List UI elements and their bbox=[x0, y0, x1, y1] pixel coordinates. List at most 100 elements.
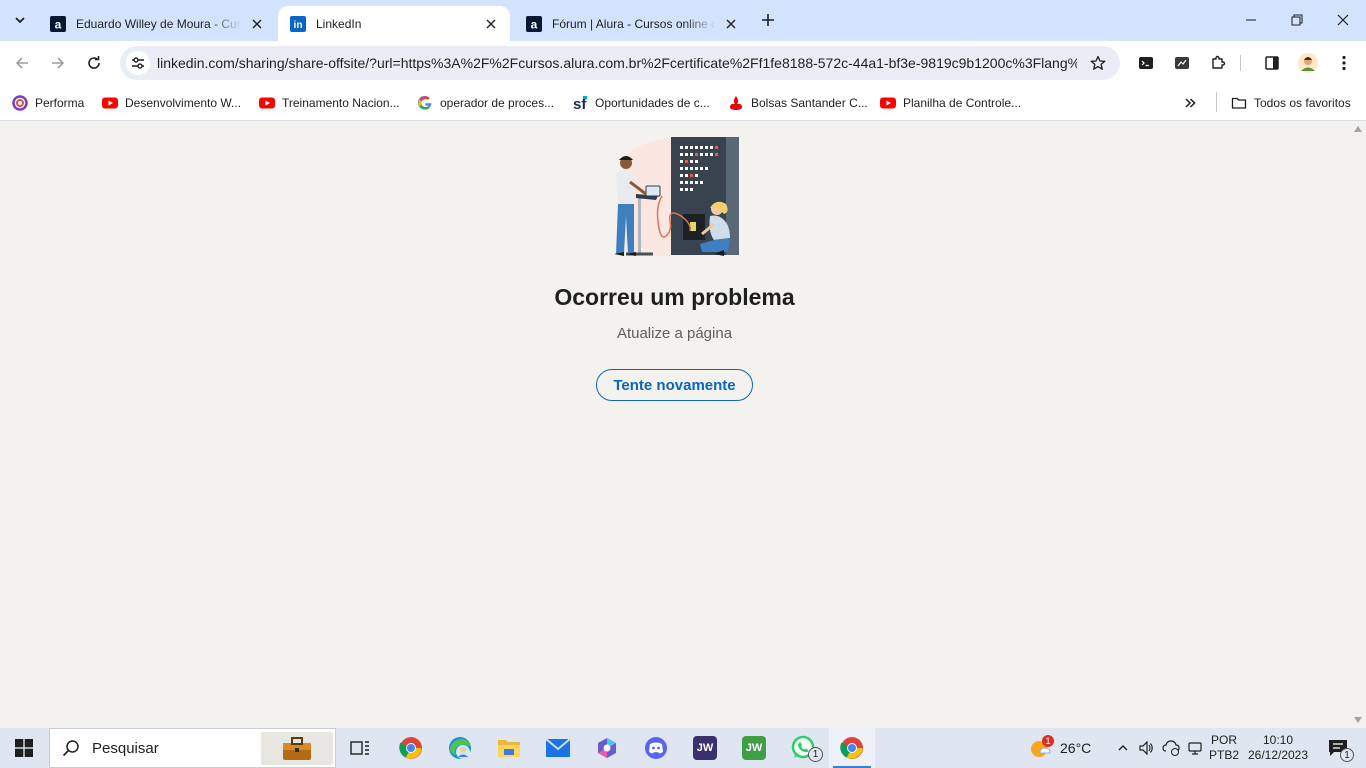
santander-icon bbox=[728, 95, 744, 111]
tab-title: LinkedIn bbox=[316, 16, 362, 31]
reload-button[interactable] bbox=[80, 49, 108, 77]
error-illustration bbox=[614, 137, 739, 256]
language-indicator[interactable]: POR PTB2 bbox=[1206, 733, 1242, 763]
network-button[interactable] bbox=[1160, 728, 1182, 768]
terminal-icon bbox=[1139, 57, 1153, 69]
bookmark-performa[interactable]: Performa bbox=[12, 92, 84, 114]
arrow-right-icon bbox=[52, 57, 65, 69]
extension-screenshot[interactable] bbox=[1168, 49, 1196, 77]
restore-button[interactable] bbox=[1274, 0, 1320, 40]
extension-terminal[interactable] bbox=[1132, 49, 1160, 77]
notification-badge: 1 bbox=[1340, 748, 1354, 762]
new-tab-button[interactable] bbox=[756, 8, 780, 32]
taskbar-chrome[interactable] bbox=[392, 728, 430, 768]
minimize-button[interactable] bbox=[1228, 0, 1274, 40]
extensions-button[interactable] bbox=[1204, 49, 1232, 77]
close-icon[interactable] bbox=[482, 15, 500, 33]
taskbar-jw-library-purple[interactable]: JW bbox=[686, 728, 724, 768]
sf-icon: sf bbox=[572, 95, 588, 111]
volume-button[interactable] bbox=[1136, 728, 1156, 768]
svg-text:a: a bbox=[55, 17, 62, 31]
tab-alura-profile[interactable]: a Eduardo Willey de Moura - Cursos bbox=[38, 6, 276, 41]
bookmark-santander[interactable]: Bolsas Santander C... bbox=[728, 92, 868, 114]
meet-now-button[interactable] bbox=[1186, 728, 1204, 768]
scroll-down-arrow[interactable] bbox=[1354, 717, 1362, 723]
bookmark-label: Planilha de Controle... bbox=[903, 96, 1022, 110]
profile-button[interactable] bbox=[1294, 49, 1322, 77]
taskbar-discord[interactable] bbox=[637, 728, 675, 768]
forward-button[interactable] bbox=[44, 49, 72, 77]
search-highlight bbox=[261, 732, 333, 765]
notification-center-button[interactable]: 1 bbox=[1318, 728, 1358, 768]
avatar bbox=[1298, 53, 1318, 73]
close-icon[interactable] bbox=[248, 15, 266, 33]
bookmark-oportunidades[interactable]: sf Oportunidades de c... bbox=[572, 92, 710, 114]
jw-icon: JW bbox=[742, 736, 766, 760]
chrome-icon bbox=[840, 737, 863, 759]
whatsapp-badge: 1 bbox=[808, 747, 823, 762]
more-vert-icon bbox=[1342, 55, 1346, 71]
chrome-menu-button[interactable] bbox=[1330, 49, 1358, 77]
url-text[interactable]: linkedin.com/sharing/share-offsite/?url=… bbox=[157, 55, 1077, 71]
site-info-button[interactable] bbox=[126, 51, 150, 75]
bookmark-planilha[interactable]: Planilha de Controle... bbox=[880, 92, 1021, 114]
bookmark-operador[interactable]: operador de proces... bbox=[417, 92, 554, 114]
tray-overflow-button[interactable] bbox=[1114, 728, 1132, 768]
restore-icon bbox=[1291, 14, 1303, 26]
folder-icon bbox=[1231, 95, 1247, 111]
network-icon bbox=[1162, 740, 1180, 756]
side-panel-icon bbox=[1265, 56, 1279, 70]
reload-icon bbox=[88, 56, 100, 69]
alura-icon: a bbox=[50, 15, 66, 32]
tab-search-button[interactable] bbox=[8, 8, 32, 32]
taskbar-edge[interactable] bbox=[441, 728, 479, 768]
close-icon[interactable] bbox=[722, 15, 740, 33]
tab-title: Eduardo Willey de Moura - Cursos bbox=[76, 16, 242, 31]
bookmark-star-button[interactable] bbox=[1088, 53, 1108, 73]
double-chevron-right-icon bbox=[1185, 98, 1196, 108]
more-bookmarks-button[interactable] bbox=[1183, 92, 1197, 114]
taskbar-mail[interactable] bbox=[539, 728, 577, 768]
all-bookmarks-folder[interactable]: Todos os favoritos bbox=[1231, 92, 1351, 114]
weather-widget[interactable]: 1 26°C bbox=[1028, 728, 1126, 768]
temperature: 26°C bbox=[1060, 740, 1092, 756]
windows-taskbar: Pesquisar JW JW 1 1 26°C POR PTB2 10:10 … bbox=[0, 728, 1366, 768]
start-button[interactable] bbox=[0, 728, 48, 768]
screenshot-extension-icon bbox=[1175, 57, 1189, 69]
taskbar-whatsapp[interactable]: 1 bbox=[784, 728, 823, 768]
youtube-icon bbox=[102, 95, 118, 111]
taskbar-file-explorer[interactable] bbox=[490, 728, 528, 768]
close-window-button[interactable] bbox=[1320, 0, 1366, 40]
bookmark-label: Bolsas Santander C... bbox=[751, 96, 868, 110]
toolbar-divider bbox=[1240, 55, 1241, 71]
task-view-button[interactable] bbox=[344, 728, 376, 768]
taskbar-search[interactable]: Pesquisar bbox=[49, 728, 336, 768]
taskbar-jw-library-green[interactable]: JW bbox=[735, 728, 773, 768]
language-code: POR bbox=[1210, 733, 1237, 747]
keyboard-layout: PTB2 bbox=[1208, 748, 1239, 762]
try-again-button[interactable]: Tente novamente bbox=[596, 369, 753, 401]
back-button[interactable] bbox=[8, 49, 36, 77]
scroll-up-arrow[interactable] bbox=[1354, 126, 1362, 132]
error-subtitle: Atualize a página bbox=[616, 325, 733, 342]
bookmark-desenvolvimento[interactable]: Desenvolvimento W... bbox=[102, 92, 241, 114]
discord-icon bbox=[645, 737, 667, 759]
tab-alura-forum[interactable]: a Fórum | Alura - Cursos online de bbox=[514, 6, 750, 41]
linkedin-icon: in bbox=[290, 15, 306, 32]
side-panel-button[interactable] bbox=[1258, 49, 1286, 77]
close-icon bbox=[1337, 14, 1349, 26]
taskbar-copilot[interactable] bbox=[588, 728, 626, 768]
taskbar-chrome-active[interactable] bbox=[829, 728, 875, 768]
mail-icon bbox=[545, 738, 571, 757]
clock[interactable]: 10:10 26/12/2023 bbox=[1244, 733, 1312, 763]
error-title: Ocorreu um problema bbox=[554, 284, 795, 310]
bookmark-treinamento[interactable]: Treinamento Nacion... bbox=[259, 92, 400, 114]
chrome-icon bbox=[399, 737, 422, 759]
edge-icon bbox=[449, 737, 471, 759]
windows-logo-icon bbox=[15, 739, 33, 757]
chevron-down-icon bbox=[15, 17, 25, 24]
page-content: Ocorreu um problema Atualize a página Te… bbox=[0, 121, 1366, 728]
tab-linkedin[interactable]: in LinkedIn bbox=[278, 6, 510, 41]
address-bar[interactable]: linkedin.com/sharing/share-offsite/?url=… bbox=[120, 46, 1120, 80]
speaker-icon bbox=[1139, 740, 1153, 756]
